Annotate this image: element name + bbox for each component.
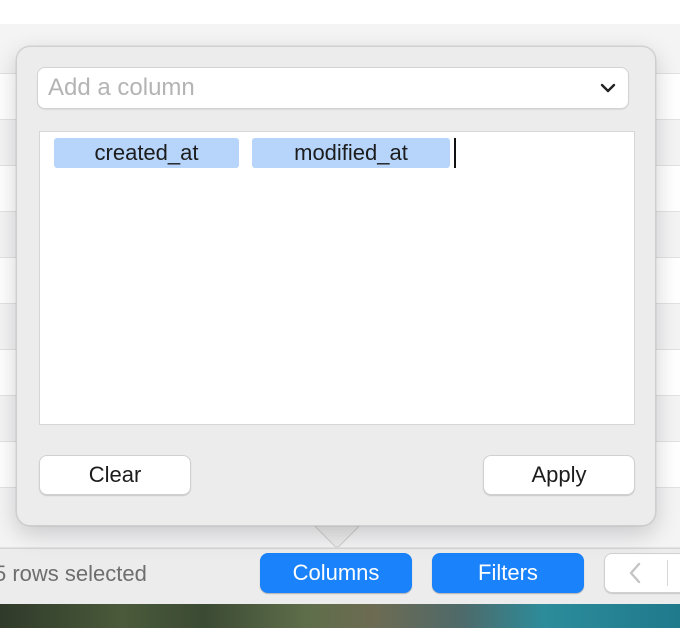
filters-button-label: Filters (478, 560, 538, 585)
columns-button[interactable]: Columns (260, 553, 412, 593)
filters-button[interactable]: Filters (432, 553, 584, 593)
selected-columns-field[interactable]: created_at modified_at (39, 131, 635, 425)
desktop-wallpaper (0, 604, 680, 628)
popover-arrow (310, 524, 362, 550)
add-column-combobox[interactable] (37, 67, 629, 109)
pagination-control (604, 553, 680, 593)
apply-button[interactable]: Apply (483, 455, 635, 495)
chevron-down-icon[interactable] (598, 78, 618, 98)
column-token[interactable]: modified_at (252, 138, 450, 168)
previous-page-button[interactable] (617, 554, 653, 592)
columns-button-label: Columns (292, 560, 380, 585)
add-column-input[interactable] (48, 68, 588, 108)
chevron-left-icon (629, 562, 641, 584)
column-token[interactable]: created_at (54, 138, 239, 168)
columns-popover: created_at modified_at Clear Apply (16, 46, 656, 526)
bottom-toolbar: 5 rows selected Columns Filters (0, 548, 680, 604)
text-caret (454, 138, 456, 168)
selection-status: 5 rows selected (0, 561, 147, 586)
apply-button-label: Apply (531, 462, 587, 487)
clear-button[interactable]: Clear (39, 455, 191, 495)
clear-button-label: Clear (88, 462, 142, 487)
pager-divider (667, 560, 668, 586)
